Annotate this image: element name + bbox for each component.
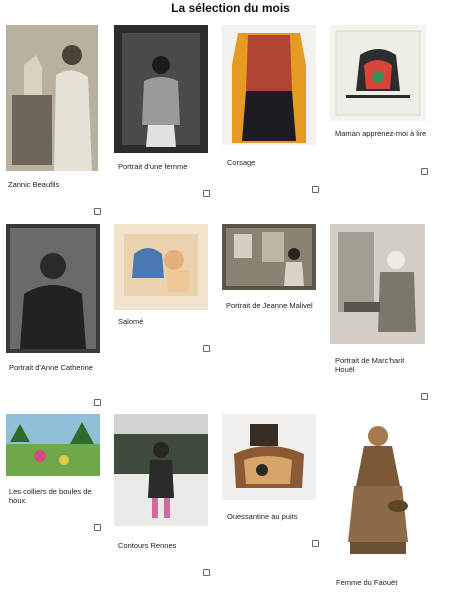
- artwork-image[interactable]: [6, 414, 100, 476]
- select-checkbox[interactable]: [312, 186, 319, 193]
- select-checkbox[interactable]: [421, 168, 428, 175]
- item-caption[interactable]: Les colliers de boules de houx: [9, 487, 99, 505]
- select-checkbox[interactable]: [203, 190, 210, 197]
- artwork-image[interactable]: [114, 25, 208, 153]
- artwork-image[interactable]: [330, 414, 426, 564]
- artwork-image[interactable]: [222, 224, 316, 290]
- collection-item[interactable]: Maman apprenez-moi à lire: [330, 25, 430, 185]
- page-title: La sélection du mois: [171, 1, 290, 15]
- item-caption[interactable]: Portrait d'Anne Catherine: [9, 363, 103, 372]
- select-checkbox[interactable]: [421, 393, 428, 400]
- artwork-image[interactable]: [6, 25, 98, 171]
- collection-item[interactable]: Salomé: [114, 224, 214, 356]
- collection-item[interactable]: Portrait de Marc'harit Houël: [330, 224, 430, 406]
- artwork-image[interactable]: [114, 414, 208, 526]
- artwork-image[interactable]: [330, 224, 425, 344]
- item-caption[interactable]: Portrait d'une femme: [118, 162, 212, 171]
- collection-item[interactable]: Portrait de Jeanne Malivel: [222, 224, 322, 330]
- item-caption[interactable]: Salomé: [118, 317, 208, 326]
- collection-item[interactable]: Femme du Faouët: [330, 414, 430, 594]
- collection-item[interactable]: Portrait d'une femme: [114, 25, 214, 200]
- item-caption[interactable]: Zannic Beaufils: [8, 180, 98, 189]
- select-checkbox[interactable]: [94, 524, 101, 531]
- collection-item[interactable]: Les colliers de boules de houx: [6, 414, 106, 536]
- select-checkbox[interactable]: [94, 208, 101, 215]
- item-caption[interactable]: Ouessantine au puits: [227, 512, 321, 521]
- item-caption[interactable]: Portrait de Jeanne Malivel: [226, 301, 320, 310]
- item-caption[interactable]: Portrait de Marc'harit Houël: [335, 356, 425, 374]
- select-checkbox[interactable]: [203, 345, 210, 352]
- select-checkbox[interactable]: [312, 540, 319, 547]
- item-caption[interactable]: Contours Rennes: [118, 541, 208, 550]
- select-checkbox[interactable]: [94, 399, 101, 406]
- collection-item[interactable]: Portrait d'Anne Catherine: [6, 224, 106, 410]
- collection-item[interactable]: Zannic Beaufils: [6, 25, 101, 220]
- artwork-image[interactable]: [222, 25, 316, 145]
- item-caption[interactable]: Corsage: [227, 158, 317, 167]
- artwork-image[interactable]: [114, 224, 208, 310]
- collection-item[interactable]: Contours Rennes: [114, 414, 214, 578]
- item-caption[interactable]: Maman apprenez-moi à lire: [335, 129, 429, 138]
- artwork-image[interactable]: [330, 25, 426, 121]
- select-checkbox[interactable]: [203, 569, 210, 576]
- artwork-image[interactable]: [6, 224, 100, 353]
- collection-item[interactable]: Ouessantine au puits: [222, 414, 322, 548]
- collection-item[interactable]: Corsage: [222, 25, 322, 200]
- artwork-image[interactable]: [222, 414, 316, 500]
- item-caption[interactable]: Femme du Faouët: [336, 578, 426, 587]
